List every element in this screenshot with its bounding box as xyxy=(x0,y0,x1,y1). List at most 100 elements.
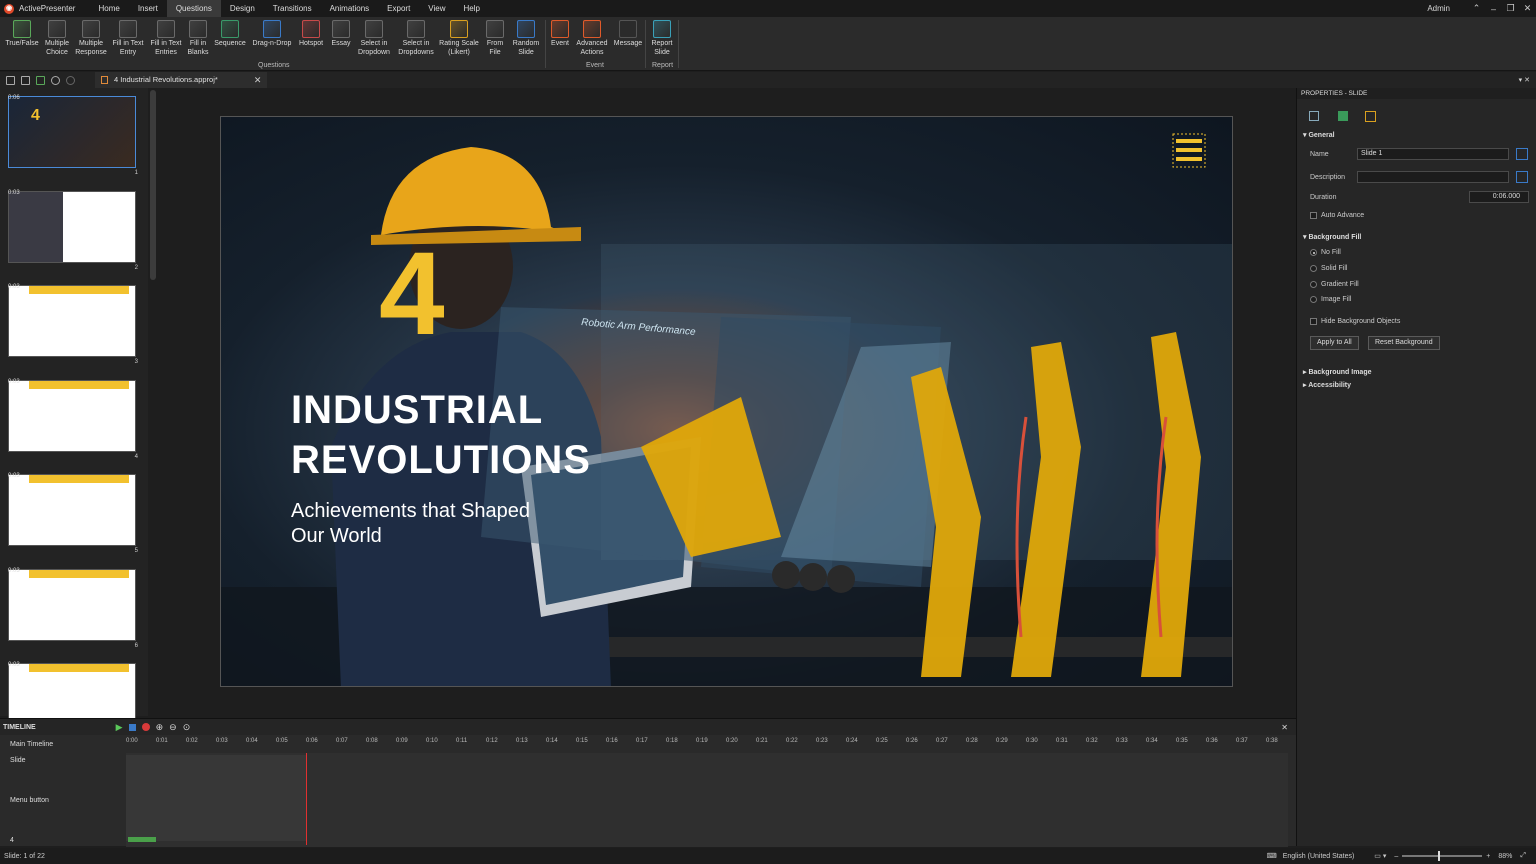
play-icon[interactable]: ▶ xyxy=(116,722,123,733)
menu-tab-insert[interactable]: Insert xyxy=(129,0,167,17)
slide-duration-bar[interactable] xyxy=(126,755,306,841)
ribbon-button-fill-text[interactable]: Fill in Text Entry xyxy=(108,20,148,57)
slide-thumbnail[interactable]: 0:03 2 xyxy=(6,189,138,271)
radio-no-fill[interactable]: No Fill xyxy=(1310,249,1341,256)
menu-tab-export[interactable]: Export xyxy=(378,0,419,17)
auto-advance-checkbox[interactable]: Auto Advance xyxy=(1310,212,1364,219)
slide-canvas[interactable]: 4 INDUSTRIAL REVOLUTIONS Achievements th… xyxy=(220,116,1233,687)
timeline-row-4[interactable]: 4 xyxy=(10,837,14,844)
radio-image-fill[interactable]: Image Fill xyxy=(1310,296,1351,303)
redo-icon[interactable] xyxy=(66,75,75,85)
restore-icon[interactable]: ❐ xyxy=(1502,3,1519,14)
ribbon-button-report-slide[interactable]: Report Slide xyxy=(642,20,682,57)
menu-tab-design[interactable]: Design xyxy=(221,0,264,17)
timeline-close-icon[interactable]: ✕ xyxy=(1281,723,1288,732)
section-background-fill[interactable]: ▾ Background Fill xyxy=(1303,233,1361,241)
ribbon-group-label: Questions xyxy=(258,62,290,69)
ribbon-button-select-dropdowns[interactable]: Select in Dropdowns xyxy=(396,20,436,57)
section-background-image[interactable]: ▸ Background Image xyxy=(1303,368,1371,376)
ribbon-button-label: Message xyxy=(613,40,643,47)
apply-to-all-button[interactable]: Apply to All xyxy=(1310,336,1359,350)
slide-thumbnail[interactable]: 0:03 4 xyxy=(6,378,138,460)
properties-tab-fill-icon[interactable] xyxy=(1338,111,1348,121)
undo-icon[interactable] xyxy=(51,75,60,85)
ribbon-button-advanced-actions[interactable]: Advanced Actions xyxy=(572,20,612,57)
menu-tab-questions[interactable]: Questions xyxy=(166,0,221,17)
close-icon[interactable]: ✕ xyxy=(1519,3,1536,14)
zoom-out-icon[interactable]: ⊖ xyxy=(169,722,177,733)
zoom-slider[interactable] xyxy=(1402,851,1483,861)
document-bar: 4 Industrial Revolutions.approj* ✕ ▾ ✕ xyxy=(0,72,1536,88)
timeline-toolbar[interactable]: ▶ ⊕ ⊖ ⊙ xyxy=(116,722,191,733)
ribbon-button-drag-drop[interactable]: Drag-n-Drop xyxy=(252,20,292,49)
slide-thumbnail[interactable]: 0:03 6 xyxy=(6,567,138,649)
new-file-icon[interactable] xyxy=(6,75,15,85)
slide-thumbnail[interactable]: 0:03 5 xyxy=(6,472,138,554)
thumbnail-duration: 0:03 xyxy=(8,473,20,479)
stop-icon[interactable] xyxy=(128,723,136,731)
panel-dropdown-icon[interactable]: ▾ ✕ xyxy=(1519,76,1530,84)
zoom-fit-icon[interactable]: ⊙ xyxy=(183,722,191,733)
slide-big-number[interactable]: 4 xyxy=(379,235,445,353)
slide-subtitle-line1[interactable]: Achievements that Shaped xyxy=(291,499,530,523)
slide-subtitle-line2[interactable]: Our World xyxy=(291,524,382,548)
ribbon-separator xyxy=(545,20,546,68)
save-icon[interactable] xyxy=(36,75,45,85)
properties-tab-slide-icon[interactable] xyxy=(1309,111,1319,121)
menu-tab-view[interactable]: View xyxy=(419,0,454,17)
user-name[interactable]: Admin xyxy=(1427,4,1450,13)
zoom-in-icon[interactable]: ⊕ xyxy=(156,722,164,733)
zoom-in-status-icon[interactable]: + xyxy=(1486,853,1490,860)
ruler-tick: 0:28 xyxy=(966,738,978,744)
ribbon-button-select-dropdown[interactable]: Select in Dropdown xyxy=(354,20,394,57)
slide-title-line2[interactable]: REVOLUTIONS xyxy=(291,437,591,483)
description-input[interactable] xyxy=(1357,171,1509,183)
record-icon[interactable] xyxy=(141,723,150,731)
menu-tab-animations[interactable]: Animations xyxy=(321,0,379,17)
collapse-ribbon-icon[interactable]: ⌃ xyxy=(1468,3,1485,14)
ruler-tick: 0:14 xyxy=(546,738,558,744)
name-edit-icon[interactable] xyxy=(1516,148,1528,160)
hotspot-icon xyxy=(302,20,320,38)
slide-title-line1[interactable]: INDUSTRIAL xyxy=(291,387,543,433)
description-edit-icon[interactable] xyxy=(1516,171,1528,183)
ribbon-button-label: Event xyxy=(551,40,569,47)
fit-window-icon[interactable]: ⤢ xyxy=(1520,852,1526,860)
view-mode-icon[interactable]: ▭ ▾ xyxy=(1374,852,1386,860)
ribbon-button-label: Hotspot xyxy=(298,40,324,47)
ribbon-button-multiple-response[interactable]: Multiple Response xyxy=(71,20,111,57)
ribbon-button-true-false[interactable]: True/False xyxy=(2,20,42,49)
timeline-row-menu-button[interactable]: Menu button xyxy=(10,797,49,804)
print-icon[interactable] xyxy=(21,75,30,85)
close-tab-icon[interactable]: ✕ xyxy=(254,72,262,88)
hide-background-checkbox[interactable]: Hide Background Objects xyxy=(1310,318,1400,325)
menu-tab-transitions[interactable]: Transitions xyxy=(264,0,321,17)
menu-tab-home[interactable]: Home xyxy=(89,0,128,17)
ruler-tick: 0:22 xyxy=(786,738,798,744)
minimize-icon[interactable]: – xyxy=(1485,4,1502,14)
main-timeline-select[interactable]: Main Timeline xyxy=(10,741,53,748)
document-tab[interactable]: 4 Industrial Revolutions.approj* ✕ xyxy=(95,72,268,88)
language-indicator[interactable]: English (United States) xyxy=(1283,853,1355,860)
object-bar[interactable] xyxy=(128,837,156,842)
section-accessibility[interactable]: ▸ Accessibility xyxy=(1303,381,1351,389)
slide-thumbnail[interactable]: 0:03 3 xyxy=(6,283,138,365)
timeline-ruler[interactable]: 0:00 0:01 0:02 0:03 0:04 0:05 0:06 0:07 0:08 0:09… xyxy=(126,738,1288,748)
name-input[interactable]: Slide 1 xyxy=(1357,148,1509,160)
ribbon-button-label: Rating Scale xyxy=(439,40,479,47)
reset-background-button[interactable]: Reset Background xyxy=(1368,336,1440,350)
radio-solid-fill[interactable]: Solid Fill xyxy=(1310,265,1347,272)
zoom-level[interactable]: 88% xyxy=(1498,853,1512,860)
duration-input[interactable]: 0:06.000 xyxy=(1469,191,1529,203)
radio-gradient-fill[interactable]: Gradient Fill xyxy=(1310,281,1359,288)
slide-thumbnail[interactable]: 4 0:06 1 xyxy=(6,94,138,176)
playhead[interactable] xyxy=(306,753,307,845)
select-dropdowns-icon xyxy=(407,20,425,38)
ribbon-button-rating[interactable]: Rating Scale (Likert) xyxy=(439,20,479,57)
zoom-out-status-icon[interactable]: – xyxy=(1394,853,1398,860)
section-general[interactable]: ▾ General xyxy=(1303,131,1335,139)
properties-tab-effects-icon[interactable] xyxy=(1365,111,1376,122)
timeline-row-slide[interactable]: Slide xyxy=(10,757,26,764)
menu-tab-help[interactable]: Help xyxy=(455,0,489,17)
ribbon-button-sequence[interactable]: Sequence xyxy=(210,20,250,49)
